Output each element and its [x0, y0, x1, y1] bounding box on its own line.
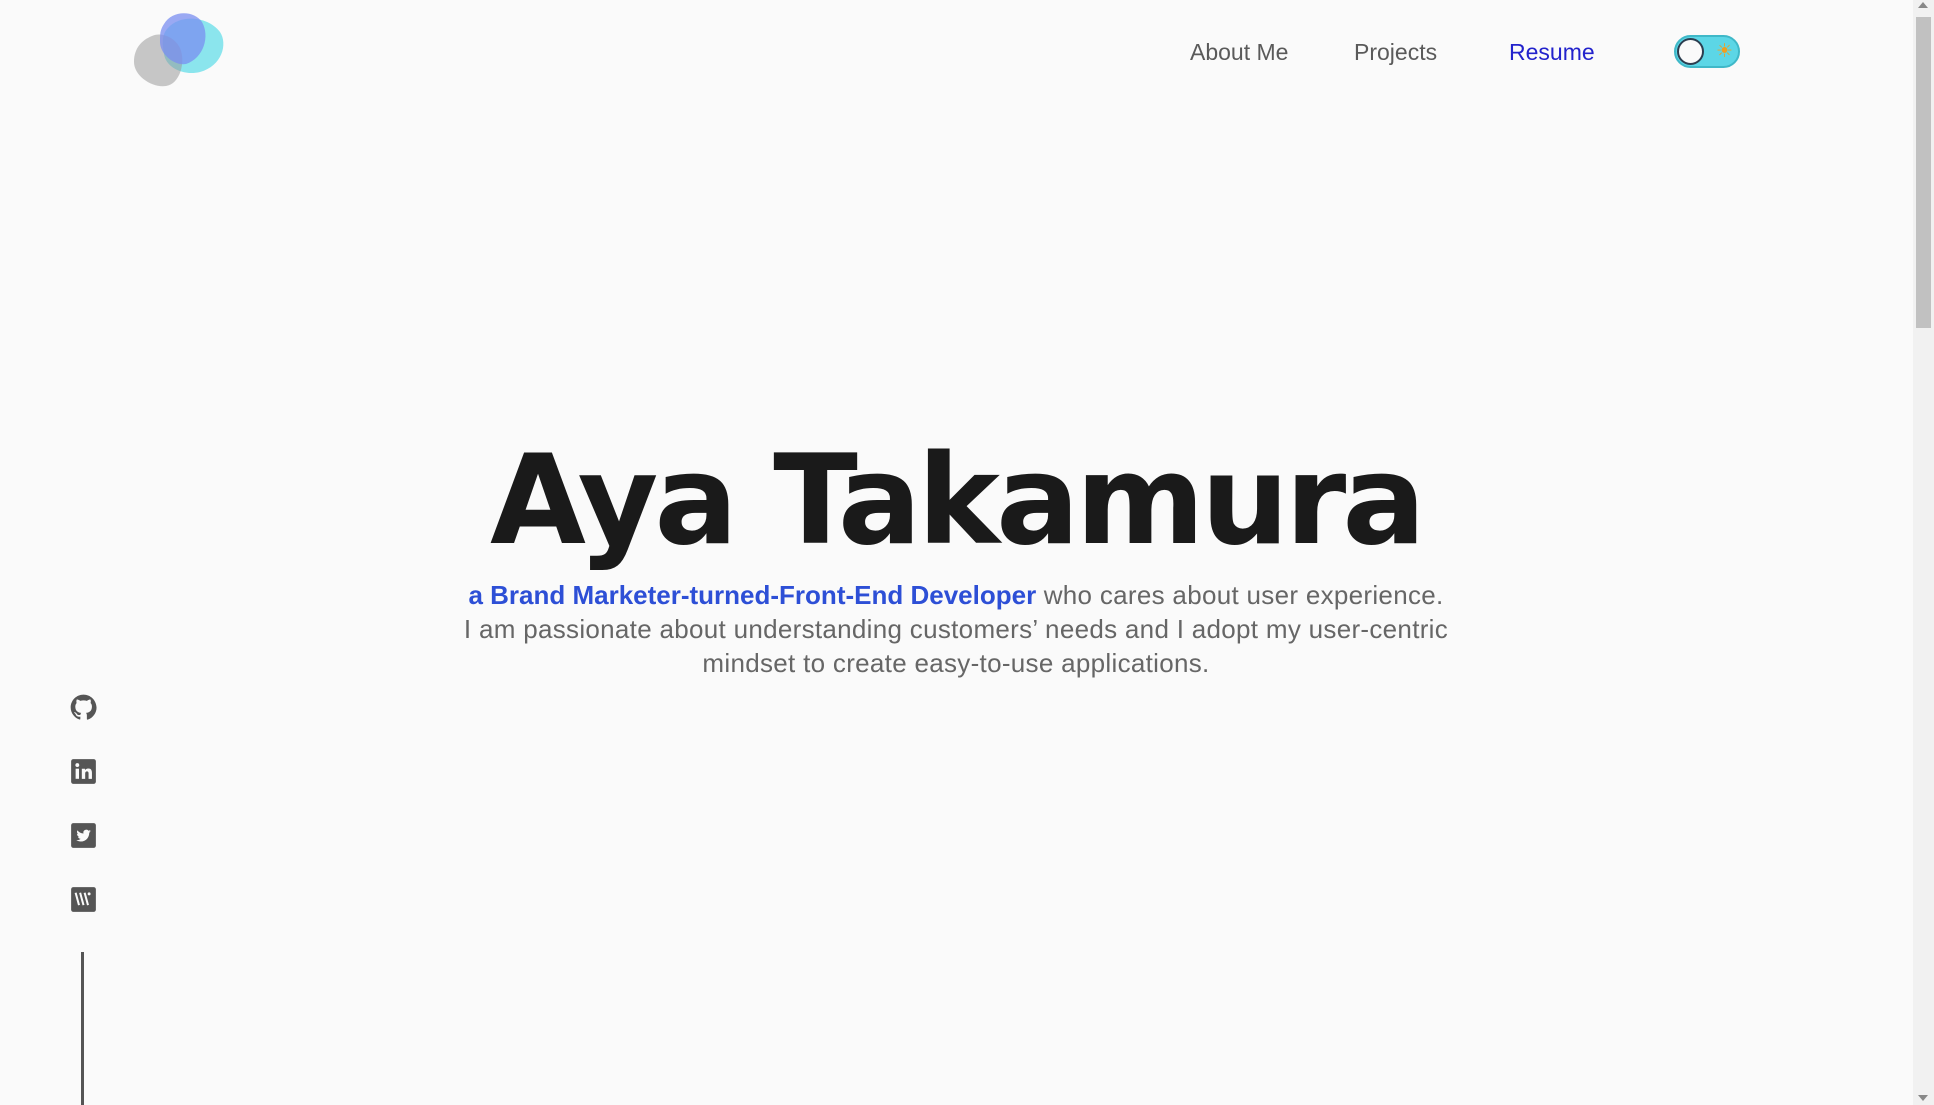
- linkedin-icon: [71, 759, 96, 784]
- toggle-knob: [1677, 38, 1704, 65]
- page-scrollbar[interactable]: [1913, 0, 1934, 1105]
- hero-description: a Brand Marketer-turned-Front-End Develo…: [440, 578, 1472, 680]
- theme-toggle[interactable]: ☀: [1674, 35, 1740, 68]
- hero-highlight: a Brand Marketer-turned-Front-End Develo…: [468, 580, 1037, 610]
- social-rail-line: [81, 952, 84, 1105]
- wantedly-icon: [71, 887, 96, 912]
- hero-text-line-2: I am passionate about understanding cust…: [463, 614, 1449, 678]
- nav-resume-link[interactable]: Resume: [1509, 34, 1595, 70]
- nav-about-me-link[interactable]: About Me: [1190, 34, 1288, 70]
- portfolio-page: About Me Projects Resume ☀ Aya Takamura …: [0, 0, 1934, 1105]
- nav-projects-link[interactable]: Projects: [1354, 34, 1437, 70]
- twitter-link[interactable]: [70, 822, 97, 849]
- scroll-thumb[interactable]: [1916, 17, 1931, 328]
- hero-text-line-1: who cares about user experience.: [1036, 580, 1444, 610]
- scroll-down-arrow-icon[interactable]: [1918, 1095, 1928, 1101]
- linkedin-link[interactable]: [70, 758, 97, 785]
- github-icon: [70, 694, 97, 720]
- main-nav: About Me Projects Resume: [0, 34, 1934, 70]
- wantedly-link[interactable]: [70, 886, 97, 913]
- scroll-up-arrow-icon[interactable]: [1918, 2, 1928, 8]
- github-link[interactable]: [70, 694, 97, 721]
- hero-name: Aya Takamura: [490, 429, 1426, 573]
- sun-icon: ☀: [1715, 41, 1733, 62]
- twitter-icon: [71, 823, 96, 848]
